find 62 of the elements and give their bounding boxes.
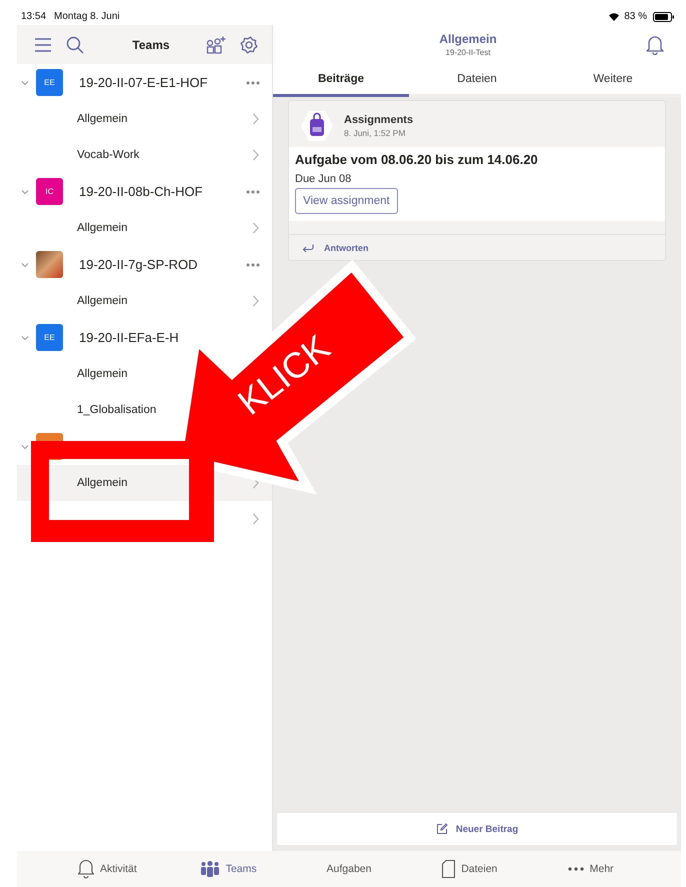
- channel-tab[interactable]: Weitere: [545, 64, 681, 97]
- more-icon: [568, 867, 584, 871]
- battery-percent: 83 %: [624, 11, 647, 22]
- team-name: 19-20-II-07-E-E1-HOF: [79, 75, 209, 90]
- status-date: Montag 8. Juni: [54, 11, 120, 22]
- channel-name[interactable]: Allgemein: [77, 113, 128, 125]
- channel-name[interactable]: Allgemein: [77, 477, 128, 489]
- edit-icon: [436, 823, 448, 835]
- channel-tab[interactable]: Dateien: [409, 64, 545, 97]
- chevron-right-icon: [252, 222, 260, 234]
- people-icon: [200, 861, 220, 877]
- post-time: 8. Juni, 1:52 PM: [344, 128, 406, 138]
- file-icon: [442, 860, 456, 878]
- chevron-icon[interactable]: [21, 260, 29, 268]
- post-author: Assignments: [344, 114, 414, 126]
- more-icon[interactable]: [246, 80, 260, 84]
- search-icon[interactable]: [66, 36, 84, 54]
- team-name: 19-20-II-7g-SP-ROD: [79, 257, 198, 272]
- more-icon[interactable]: [246, 190, 260, 194]
- chevron-right-icon: [252, 149, 260, 161]
- settings-icon[interactable]: [240, 36, 258, 54]
- channel-tab[interactable]: Beiträge: [273, 64, 409, 97]
- team-name: 19-20-II-08b-Ch-HOF: [79, 184, 204, 199]
- channel-name[interactable]: Vocab-Work: [77, 149, 140, 161]
- team-avatar: IC: [36, 178, 63, 205]
- reply-button[interactable]: Antworten: [289, 235, 665, 260]
- team-subtitle: 19-20-II-Test: [444, 48, 492, 57]
- app-tab[interactable]: Teams: [168, 861, 289, 877]
- chevron-icon[interactable]: [21, 188, 29, 196]
- app-tab[interactable]: Aktivität: [47, 859, 168, 879]
- team-avatar: EE: [36, 69, 63, 96]
- status-time: 13:54: [21, 11, 46, 22]
- app-tab[interactable]: Dateien: [409, 860, 530, 878]
- channel-name[interactable]: Allgemein: [77, 295, 128, 307]
- backpack-icon: [300, 109, 334, 143]
- due-date: Due Jun 08: [295, 173, 352, 185]
- channel-name[interactable]: Allgemein: [77, 368, 128, 380]
- menu-icon[interactable]: [34, 38, 52, 52]
- reply-icon: [302, 244, 314, 252]
- bell-icon: [78, 859, 94, 879]
- team-name: 19-20-II-EFa-E-H: [79, 330, 180, 345]
- team-avatar: EE: [36, 324, 63, 351]
- app-tab[interactable]: Mehr: [530, 863, 651, 875]
- view-assignment-button[interactable]: View assignment: [295, 188, 398, 214]
- new-post-button[interactable]: Neuer Beitrag: [277, 813, 677, 845]
- app-tab[interactable]: Aufgaben: [288, 863, 410, 875]
- pane-title: Teams: [131, 38, 171, 52]
- chevron-icon[interactable]: [21, 442, 29, 450]
- channel-title: Allgemein: [438, 32, 498, 46]
- chevron-right-icon: [252, 295, 260, 307]
- channel-name[interactable]: Allgemein: [77, 222, 128, 234]
- bell-icon[interactable]: [646, 34, 664, 54]
- assignment-title: Aufgabe vom 08.06.20 bis zum 14.06.20: [295, 152, 539, 167]
- wifi-icon: [608, 12, 620, 21]
- chevron-right-icon: [252, 113, 260, 125]
- photo-placeholder: [36, 251, 63, 278]
- channel-name[interactable]: 1_Globalisation: [77, 404, 156, 416]
- chevron-icon[interactable]: [21, 334, 29, 342]
- battery-icon: [653, 12, 675, 22]
- chevron-icon[interactable]: [21, 78, 29, 86]
- add-team-icon[interactable]: [206, 36, 226, 54]
- more-icon[interactable]: [246, 262, 260, 266]
